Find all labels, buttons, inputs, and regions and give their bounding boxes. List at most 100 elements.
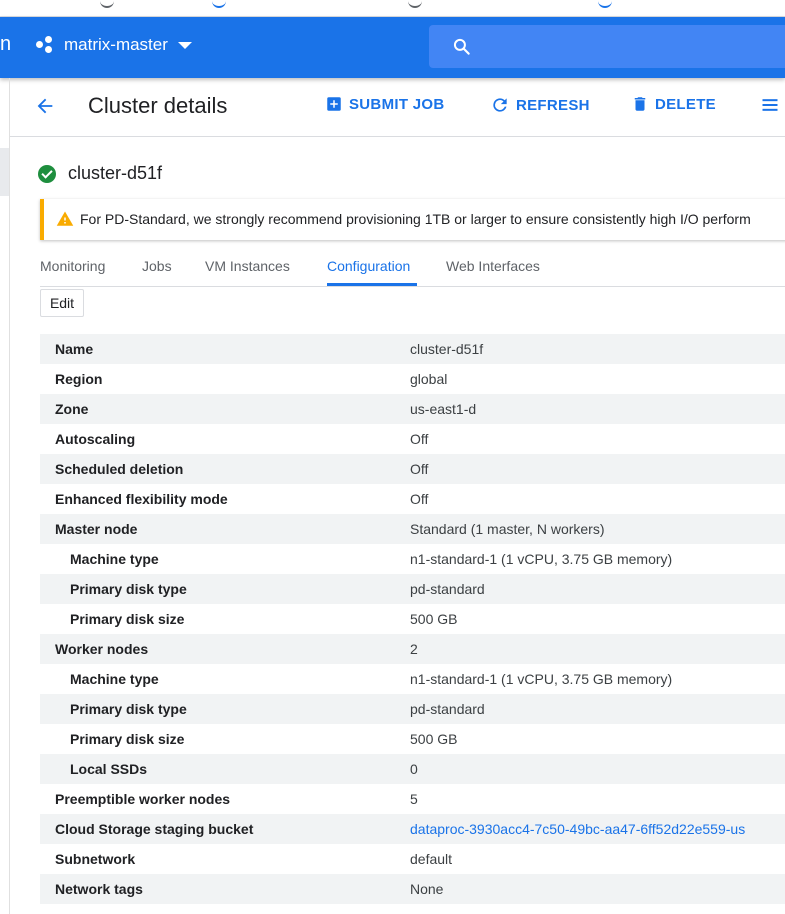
tab-bar: Monitoring Jobs VM Instances Configurati…: [40, 250, 785, 287]
config-key: Machine type: [70, 671, 159, 687]
tab-web-interfaces[interactable]: Web Interfaces: [446, 258, 540, 274]
config-row: Primary disk size 500 GB: [40, 724, 785, 754]
config-value: pd-standard: [410, 581, 485, 597]
config-value: Off: [410, 491, 429, 507]
tab-monitoring[interactable]: Monitoring: [40, 258, 105, 274]
brand-text: n: [0, 33, 12, 55]
config-value: 500 GB: [410, 731, 458, 747]
config-value: 500 GB: [410, 611, 458, 627]
submit-job-label: SUBMIT JOB: [349, 95, 445, 113]
config-row: Region global: [40, 364, 785, 394]
tab-vm-instances[interactable]: VM Instances: [205, 258, 290, 274]
config-key: Primary disk type: [70, 701, 187, 717]
config-key: Primary disk size: [70, 731, 185, 747]
config-row: Enhanced flexibility mode Off: [40, 484, 785, 514]
config-row: Local SSDs 0: [40, 754, 785, 784]
refresh-icon: [493, 98, 507, 112]
config-row: Preemptible worker nodes 5: [40, 784, 785, 814]
list-icon: [762, 99, 778, 111]
config-row: Scheduled deletion Off: [40, 454, 785, 484]
tab-fragment-icon: [212, 0, 226, 8]
browser-tab-strip: [0, 0, 785, 17]
config-value: 2: [410, 641, 418, 657]
config-key: Zone: [55, 401, 89, 417]
config-key: Enhanced flexibility mode: [55, 491, 228, 507]
caret-down-icon: [177, 41, 192, 49]
config-row: Master node Standard (1 master, N workers…: [40, 514, 785, 544]
config-row: Autoscaling Off: [40, 424, 785, 454]
delete-label: DELETE: [655, 95, 716, 113]
cluster-name: cluster-d51f: [68, 163, 163, 183]
config-key: Worker nodes: [55, 641, 149, 657]
more-actions-button[interactable]: [760, 95, 785, 115]
tab-fragment-icon: [408, 0, 422, 8]
config-key: Master node: [55, 521, 138, 537]
config-row: Machine type n1-standard-1 (1 vCPU, 3.75 …: [40, 664, 785, 694]
warning-banner: For PD-Standard, we strongly recommend p…: [40, 199, 785, 240]
delete-icon: [634, 97, 646, 111]
submit-job-button[interactable]: SUBMIT JOB: [325, 95, 445, 113]
page-title: Cluster details: [88, 93, 228, 118]
config-value: cluster-d51f: [410, 341, 484, 357]
config-value: us-east1-d: [410, 401, 477, 417]
configuration-table: Name cluster-d51f Region global Zone us-east1…: [40, 334, 785, 904]
config-row: Subnetwork default: [40, 844, 785, 874]
config-key: Name: [55, 341, 94, 357]
sidebar-selected-item[interactable]: [0, 148, 9, 196]
config-value: 0: [410, 761, 418, 777]
config-row: Primary disk type pd-standard: [40, 694, 785, 724]
project-icon: [36, 36, 56, 54]
config-key: Primary disk type: [70, 581, 187, 597]
config-key: Primary disk size: [70, 611, 185, 627]
config-key: Cloud Storage staging bucket: [55, 821, 254, 837]
warning-icon: [56, 211, 74, 226]
add-box-icon: [327, 97, 341, 111]
config-row: Primary disk size 500 GB: [40, 604, 785, 634]
project-selector[interactable]: matrix-master: [36, 35, 192, 55]
tab-fragment-icon: [100, 0, 114, 8]
config-value: Standard (1 master, N workers): [410, 521, 605, 537]
config-row: Machine type n1-standard-1 (1 vCPU, 3.75 …: [40, 544, 785, 574]
config-key: Region: [55, 371, 103, 387]
config-value: n1-standard-1 (1 vCPU, 3.75 GB memory): [410, 551, 673, 567]
config-value: n1-standard-1 (1 vCPU, 3.75 GB memory): [410, 671, 673, 687]
config-key: Local SSDs: [70, 761, 148, 777]
tab-fragment-icon: [598, 0, 612, 8]
config-key: Preemptible worker nodes: [55, 791, 231, 807]
config-value: default: [410, 851, 453, 867]
config-row: Network tags None: [40, 874, 785, 904]
config-row: Zone us-east1-d: [40, 394, 785, 424]
delete-button[interactable]: DELETE: [631, 95, 716, 113]
tab-configuration[interactable]: Configuration: [327, 258, 410, 274]
config-value: Off: [410, 431, 429, 447]
config-key: Scheduled deletion: [55, 461, 184, 477]
top-app-bar: n matrix-master: [0, 17, 785, 78]
config-value: Off: [410, 461, 429, 477]
check-circle-icon: [38, 164, 56, 183]
refresh-button[interactable]: REFRESH: [490, 95, 590, 115]
search-bar[interactable]: [429, 25, 785, 68]
config-value: None: [410, 881, 444, 897]
config-value-link[interactable]: dataproc-3930acc4-7c50-49bc-aa47-6ff52d2…: [410, 821, 745, 837]
refresh-label: REFRESH: [516, 96, 590, 114]
config-value: global: [410, 371, 448, 387]
warning-text: For PD-Standard, we strongly recommend p…: [80, 211, 751, 227]
config-key: Subnetwork: [55, 851, 136, 867]
config-row: Worker nodes 2: [40, 634, 785, 664]
sidebar-divider: [9, 78, 10, 914]
back-arrow-icon[interactable]: [34, 95, 56, 122]
config-key: Network tags: [55, 881, 143, 897]
config-row: Name cluster-d51f: [40, 334, 785, 364]
config-value: pd-standard: [410, 701, 485, 717]
config-key: Machine type: [70, 551, 159, 567]
active-tab-indicator: [327, 283, 417, 286]
tab-jobs[interactable]: Jobs: [142, 258, 172, 274]
cluster-title: cluster-d51f: [38, 163, 162, 184]
config-row: Primary disk type pd-standard: [40, 574, 785, 604]
edit-button[interactable]: Edit: [40, 289, 84, 317]
config-row: Cloud Storage staging bucket dataproc-393…: [40, 814, 785, 844]
config-key: Autoscaling: [55, 431, 136, 447]
config-value: 5: [410, 791, 418, 807]
page-header: Cluster details SUBMIT JOB REFRESH DELET…: [10, 78, 785, 137]
search-icon: [453, 38, 470, 55]
